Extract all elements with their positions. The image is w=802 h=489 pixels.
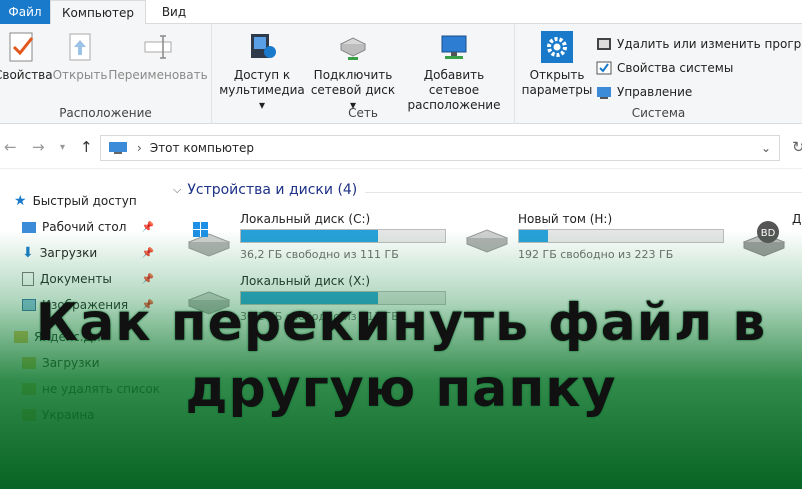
up-arrow-icon[interactable]: ↑ <box>80 138 93 156</box>
recent-chevron-icon[interactable]: ▾ <box>60 142 65 153</box>
document-icon <box>22 272 34 286</box>
uninstall-programs-button[interactable]: Удалить или изменить программ <box>596 32 802 56</box>
drive-name: Локальный диск (X:) <box>240 274 371 288</box>
system-properties-icon <box>596 61 612 75</box>
address-field[interactable]: › Этот компьютер ⌄ <box>100 135 780 161</box>
ribbon: Свойства Открыть Переименовать Расположе… <box>0 24 802 124</box>
tab-file[interactable]: Файл <box>0 0 50 24</box>
tab-computer[interactable]: Компьютер <box>50 0 146 25</box>
drive-name: Локальный диск (C:) <box>240 212 371 226</box>
drive-name: Новый том (H:) <box>518 212 613 226</box>
drive-bd[interactable]: BD Д <box>740 212 802 268</box>
add-network-location-button[interactable]: Добавить сетевое расположение <box>398 30 510 113</box>
headline-line-2: другую папку <box>185 359 617 419</box>
bd-label: BD <box>761 228 776 239</box>
breadcrumb-separator: › <box>137 141 142 155</box>
drive-usage-fill <box>241 230 378 242</box>
bd-drive-icon: BD <box>742 221 786 257</box>
sidebar-item-documents[interactable]: Документы 📌 <box>22 266 160 292</box>
windows-drive-icon <box>187 222 231 257</box>
management-button[interactable]: Управление <box>596 80 802 104</box>
network-location-icon <box>441 35 467 59</box>
system-properties-button[interactable]: Свойства системы <box>596 56 802 80</box>
forward-arrow-icon[interactable]: → <box>32 138 45 156</box>
group-location: Свойства Открыть Переименовать Расположе… <box>0 24 212 124</box>
group-system-label: Система <box>631 106 686 120</box>
sidebar-item-desktop[interactable]: Рабочий стол 📌 <box>22 214 160 240</box>
properties-icon <box>9 32 34 62</box>
gear-icon <box>541 31 573 63</box>
sidebar-item-downloads[interactable]: ⬇ Загрузки 📌 <box>22 240 160 266</box>
group-network-label: Сеть <box>348 106 378 120</box>
refresh-icon[interactable]: ↻ <box>792 138 802 156</box>
drive-free-space: 192 ГБ свободно из 223 ГБ <box>518 248 674 261</box>
section-divider <box>365 192 802 193</box>
star-icon: ★ <box>14 193 27 209</box>
group-network: Доступ к мультимедиа ▾ Подключить сетево… <box>212 24 515 124</box>
drive-c[interactable]: Локальный диск (C:) 36,2 ГБ свободно из … <box>185 212 455 268</box>
drive-name: Д <box>792 212 802 226</box>
address-path: Этот компьютер <box>149 141 254 155</box>
programs-icon <box>597 38 611 50</box>
drive-usage-fill <box>519 230 548 242</box>
back-arrow-icon[interactable]: ← <box>4 138 17 156</box>
management-icon <box>597 87 611 99</box>
pin-icon[interactable]: 📌 <box>142 248 154 259</box>
download-icon: ⬇ <box>22 245 34 261</box>
desktop-icon <box>22 221 36 233</box>
this-pc-icon <box>109 142 127 154</box>
media-access-button[interactable]: Доступ к мультимедиа ▾ <box>216 30 308 113</box>
properties-button[interactable]: Свойства <box>0 30 53 83</box>
open-button[interactable]: Открыть <box>52 30 108 83</box>
headline-title: Как перекинуть файл в другую папку <box>0 290 802 422</box>
map-network-drive-button[interactable]: Подключить сетевой диск ▾ <box>310 30 396 113</box>
media-icon <box>251 34 276 58</box>
tab-view[interactable]: Вид <box>146 0 202 24</box>
address-bar-area: ← → ▾ ↑ › Этот компьютер ⌄ ↻ <box>0 125 802 169</box>
sidebar-item-quick-access[interactable]: ★ Быстрый доступ <box>14 188 160 214</box>
address-dropdown-icon[interactable]: ⌄ <box>761 141 771 155</box>
rename-icon <box>144 35 172 59</box>
collapse-chevron-icon: ⌵ <box>173 183 182 196</box>
open-icon <box>69 33 91 61</box>
drive-free-space: 36,2 ГБ свободно из 111 ГБ <box>240 248 399 261</box>
hard-drive-icon <box>465 229 509 253</box>
open-settings-button[interactable]: Открыть параметры <box>521 30 593 98</box>
pin-icon[interactable]: 📌 <box>142 222 154 233</box>
system-small-buttons: Удалить или изменить программ Свойства с… <box>596 32 802 104</box>
ribbon-tab-bar: Файл Компьютер Вид <box>0 0 802 25</box>
pin-icon[interactable]: 📌 <box>142 274 154 285</box>
headline-line-1: Как перекинуть файл в <box>35 293 767 353</box>
drive-usage-bar <box>240 229 446 243</box>
drive-h[interactable]: Новый том (H:) 192 ГБ свободно из 223 ГБ <box>463 212 733 268</box>
group-location-label: Расположение <box>59 106 152 120</box>
devices-section-header[interactable]: ⌵ Устройства и диски (4) <box>173 182 357 198</box>
rename-button[interactable]: Переименовать <box>108 30 208 83</box>
network-drive-icon <box>339 37 367 60</box>
drive-usage-bar <box>518 229 724 243</box>
